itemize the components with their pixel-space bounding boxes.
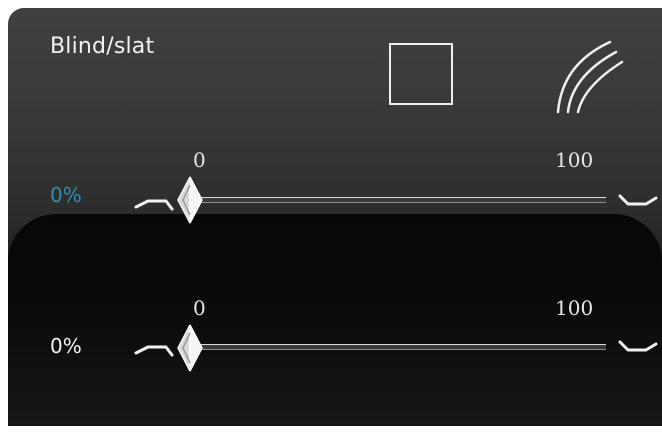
- square-icon[interactable]: [389, 43, 453, 105]
- slider-2-decrease-chevron-icon[interactable]: [134, 337, 174, 361]
- slider-1-max-label: 100: [555, 148, 594, 172]
- slider-1-value: 0%: [50, 183, 82, 207]
- window-frame: Blind/slat 0% 0 100 0% 0 100: [0, 0, 662, 435]
- slider-1-min-label: 0: [193, 148, 206, 172]
- lower-panel-section: [8, 214, 662, 426]
- slider-2-value: 0%: [50, 334, 82, 358]
- slider-2-min-label: 0: [193, 296, 206, 320]
- arc-icon[interactable]: [552, 36, 632, 116]
- slider-2-thumb[interactable]: [170, 323, 210, 373]
- slider-1-track[interactable]: [196, 197, 606, 203]
- slider-2-max-label: 100: [555, 296, 594, 320]
- slider-1-decrease-chevron-icon[interactable]: [134, 191, 174, 215]
- panel-title: Blind/slat: [50, 34, 155, 59]
- slider-1-increase-chevron-icon[interactable]: [618, 190, 658, 214]
- slider-1-thumb[interactable]: [170, 175, 210, 225]
- slider-2-track[interactable]: [196, 344, 606, 350]
- slider-2-increase-chevron-icon[interactable]: [618, 336, 658, 360]
